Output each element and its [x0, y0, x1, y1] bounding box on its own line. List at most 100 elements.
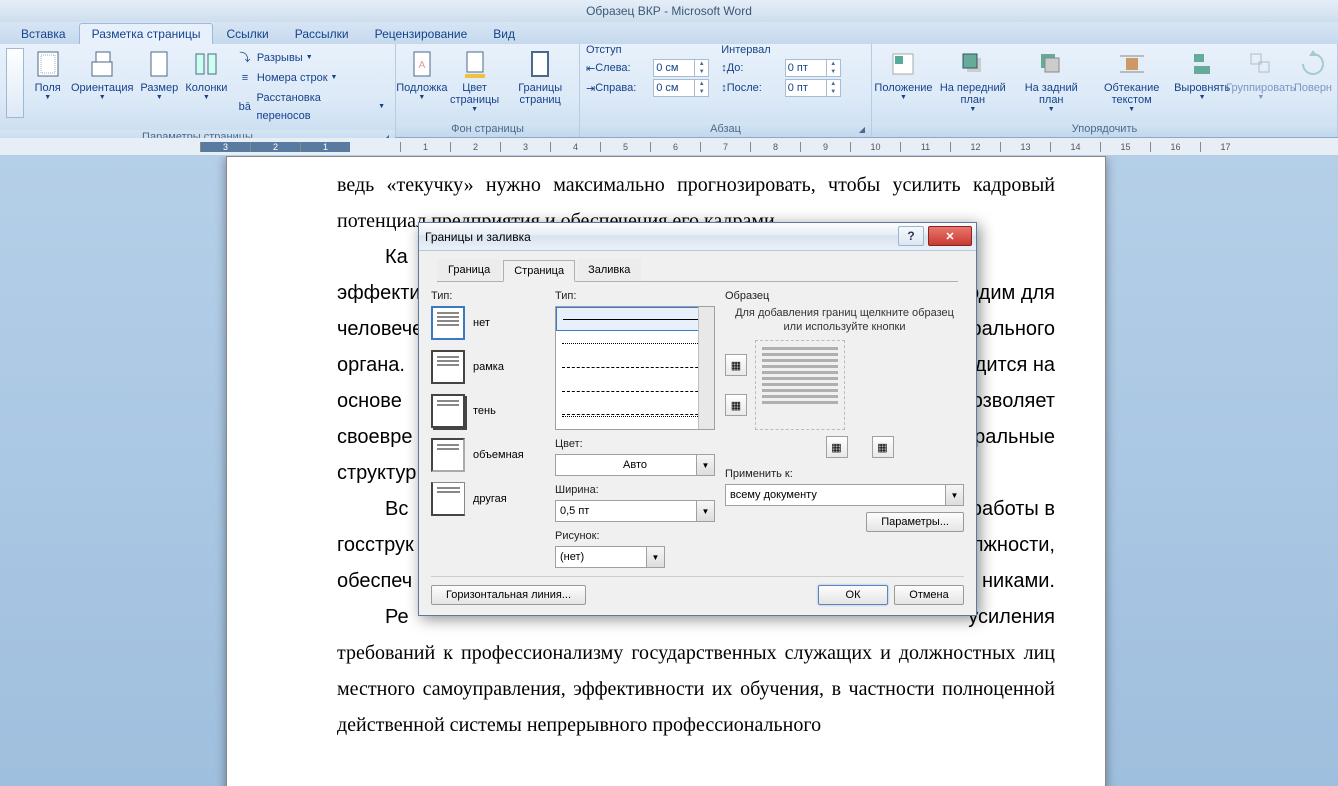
group-page-bg-label: Фон страницы	[451, 123, 524, 135]
horizontal-ruler[interactable]: 3211234567891011121314151617	[0, 138, 1338, 156]
bring-front-icon	[957, 48, 989, 80]
preview-label: Образец	[725, 290, 964, 302]
paragraph: требований к профессионализму государств…	[337, 635, 1055, 743]
ribbon: Поля ▼ Ориентация ▼ Размер ▼ Колонки ▼ ⤵…	[0, 44, 1338, 138]
width-label: Ширина:	[555, 484, 715, 496]
style-label: Тип:	[555, 290, 715, 302]
columns-icon	[190, 48, 222, 80]
art-combo[interactable]: (нет)▼	[555, 546, 665, 568]
size-button[interactable]: Размер ▼	[137, 46, 182, 103]
close-button[interactable]: ✕	[928, 226, 972, 246]
indent-heading: Отступ	[584, 44, 711, 58]
page-borders-button[interactable]: Границы страниц	[505, 46, 575, 108]
type-box[interactable]: рамка	[431, 350, 555, 384]
margins-icon	[32, 48, 64, 80]
color-label: Цвет:	[555, 438, 715, 450]
breaks-button[interactable]: ⤵Разрывы ▼	[233, 48, 389, 68]
watermark-icon: A	[406, 48, 438, 80]
group-button[interactable]: Группировать▼	[1229, 46, 1293, 103]
align-button[interactable]: Выровнять▼	[1175, 46, 1228, 103]
chevron-down-icon: ▼	[945, 485, 963, 505]
line-numbers-button[interactable]: ≡Номера строк ▼	[233, 68, 389, 88]
dialog-titlebar[interactable]: Границы и заливка ? ✕	[419, 223, 976, 251]
tab-view[interactable]: Вид	[480, 23, 528, 44]
cancel-button[interactable]: Отмена	[894, 585, 964, 605]
align-icon	[1186, 48, 1218, 80]
indent-left-input[interactable]: 0 см▲▼	[653, 59, 709, 77]
page-borders-icon	[524, 48, 556, 80]
border-top-button[interactable]: ▦	[725, 354, 747, 376]
width-combo[interactable]: 0,5 пт▼	[555, 500, 715, 522]
watermark-button[interactable]: A Подложка ▼	[400, 46, 444, 103]
orientation-icon	[86, 48, 118, 80]
chevron-down-icon: ▼	[44, 94, 51, 101]
ribbon-tabs: Вставка Разметка страницы Ссылки Рассылк…	[0, 22, 1338, 44]
titlebar: Образец ВКР - Microsoft Word	[0, 0, 1338, 22]
style-scrollbar[interactable]	[698, 307, 714, 429]
ok-button[interactable]: ОК	[818, 585, 888, 605]
tab-mailings[interactable]: Рассылки	[282, 23, 362, 44]
borders-shading-dialog: Границы и заливка ? ✕ Граница Страница З…	[418, 222, 977, 616]
preview-page[interactable]	[755, 340, 845, 430]
type-none[interactable]: нет	[431, 306, 555, 340]
tab-border[interactable]: Граница	[437, 259, 501, 281]
apply-to-combo[interactable]: всему документу▼	[725, 484, 964, 506]
tab-shading[interactable]: Заливка	[577, 259, 641, 281]
margins-button[interactable]: Поля ▼	[28, 46, 68, 103]
group-arrange-label: Упорядочить	[1072, 123, 1137, 135]
page-size-icon	[143, 48, 175, 80]
text-wrap-icon	[1116, 48, 1148, 80]
hyphenation-button[interactable]: bāРасстановка переносов ▼	[233, 88, 389, 126]
window-title: Образец ВКР - Microsoft Word	[586, 4, 752, 18]
orientation-button[interactable]: Ориентация ▼	[68, 46, 137, 103]
position-button[interactable]: Положение▼	[876, 46, 931, 103]
preview-hint: Для добавления границ щелкните образец и…	[725, 306, 964, 334]
text-wrap-button[interactable]: Обтекание текстом▼	[1088, 46, 1176, 115]
chevron-down-icon: ▼	[696, 501, 714, 521]
indent-left-icon: ⇤	[586, 62, 595, 75]
border-right-button[interactable]: ▦	[872, 436, 894, 458]
send-back-icon	[1035, 48, 1067, 80]
apply-to-label: Применить к:	[725, 468, 964, 480]
help-button[interactable]: ?	[898, 226, 924, 246]
group-icon	[1245, 48, 1277, 80]
tab-page[interactable]: Страница	[503, 260, 575, 282]
spacing-after-input[interactable]: 0 пт▲▼	[785, 79, 841, 97]
horizontal-line-button[interactable]: Горизонтальная линия...	[431, 585, 586, 605]
chevron-down-icon: ▼	[471, 106, 478, 113]
rotate-button[interactable]: Поверн	[1293, 46, 1333, 96]
spacing-heading: Интервал	[719, 44, 843, 58]
chevron-down-icon: ▼	[696, 455, 714, 475]
tab-page-layout[interactable]: Разметка страницы	[79, 23, 214, 44]
indent-right-input[interactable]: 0 см▲▼	[653, 79, 709, 97]
columns-button[interactable]: Колонки ▼	[182, 46, 231, 103]
chevron-down-icon: ▼	[203, 94, 210, 101]
style-list[interactable]	[555, 306, 715, 430]
dialog-title: Границы и заливка	[425, 230, 531, 244]
type-shadow[interactable]: тень	[431, 394, 555, 428]
page-color-button[interactable]: Цвет страницы ▼	[444, 46, 506, 115]
chevron-down-icon: ▼	[156, 94, 163, 101]
line-numbers-icon: ≡	[237, 70, 253, 86]
tab-insert[interactable]: Вставка	[8, 23, 79, 44]
bring-front-button[interactable]: На передний план▼	[931, 46, 1015, 115]
type-label: Тип:	[431, 290, 555, 302]
paragraph-launcher[interactable]: ◢	[855, 122, 869, 136]
border-bottom-button[interactable]: ▦	[725, 394, 747, 416]
color-combo[interactable]: Авто▼	[555, 454, 715, 476]
send-back-button[interactable]: На задний план▼	[1015, 46, 1088, 115]
tab-references[interactable]: Ссылки	[213, 23, 281, 44]
options-button[interactable]: Параметры...	[866, 512, 964, 532]
position-icon	[887, 48, 919, 80]
svg-text:A: A	[419, 60, 426, 71]
rotate-icon	[1297, 48, 1329, 80]
type-3d[interactable]: объемная	[431, 438, 555, 472]
border-left-button[interactable]: ▦	[826, 436, 848, 458]
type-custom[interactable]: другая	[431, 482, 555, 516]
dialog-tabs: Граница Страница Заливка	[437, 259, 958, 282]
spacing-before-input[interactable]: 0 пт▲▼	[785, 59, 841, 77]
chevron-down-icon: ▼	[99, 94, 106, 101]
breaks-icon: ⤵	[237, 50, 253, 66]
art-label: Рисунок:	[555, 530, 715, 542]
tab-review[interactable]: Рецензирование	[362, 23, 481, 44]
